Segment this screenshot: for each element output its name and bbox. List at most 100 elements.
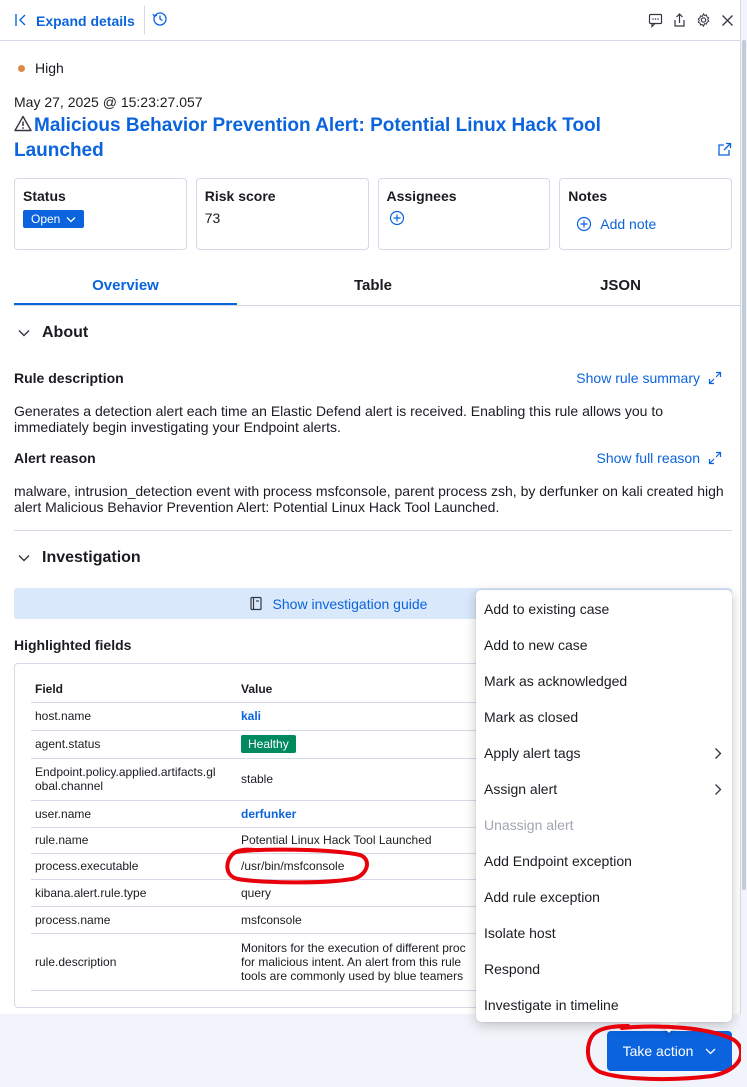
field-cell: user.name [31, 800, 237, 828]
field-text-line: Endpoint.policy.applied.artifacts.gl [35, 765, 216, 779]
investigation-heading: Investigation [42, 549, 141, 566]
menu-item-label: Add to existing case [484, 600, 610, 617]
status-dropdown[interactable]: Open [23, 210, 85, 228]
page-scrollbar[interactable] [741, 0, 747, 1087]
field-cell: process.name [31, 906, 237, 934]
notes-title: Notes [568, 188, 608, 204]
history-icon[interactable] [152, 11, 168, 32]
menu-item-unassign-alert: Unassign alert [476, 807, 732, 843]
agent-status-badge: Healthy [241, 735, 296, 753]
status-card: Status Open [14, 178, 187, 250]
summary-cards: Status Open Risk score 73 Assignees Note… [14, 178, 732, 250]
menu-item-label: Assign alert [484, 781, 558, 797]
assignees-card: Assignees [377, 178, 551, 250]
show-full-reason-label: Show full reason [596, 450, 700, 466]
menu-item-assign-alert[interactable]: Assign alert [476, 771, 732, 807]
menu-item-label: Add Endpoint exception [484, 853, 632, 869]
expand-details-label: Expand details [36, 13, 135, 29]
assignees-title: Assignees [386, 188, 457, 204]
plus-circle-icon [577, 216, 592, 232]
take-action-button[interactable]: Take action [607, 1031, 732, 1071]
take-action-label: Take action [622, 1043, 694, 1059]
menu-item-add-existing-case[interactable]: Add to existing case [476, 590, 732, 627]
field-cell: process.executable [31, 853, 237, 880]
show-rule-summary-label: Show rule summary [576, 370, 700, 386]
menu-item-isolate-host[interactable]: Isolate host [476, 915, 732, 951]
field-cell: Endpoint.policy.applied.artifacts.gl obal… [31, 758, 237, 801]
header-divider [144, 6, 145, 34]
expand-left-icon [14, 13, 28, 30]
menu-item-add-rule-exception[interactable]: Add rule exception [476, 879, 732, 915]
rule-description-label: Rule description [14, 370, 124, 386]
chevron-right-icon [715, 783, 722, 795]
status-card-title: Status [23, 188, 66, 204]
add-note-label: Add note [600, 216, 657, 232]
chevron-down-icon [18, 555, 30, 562]
field-cell: kibana.alert.rule.type [31, 879, 237, 907]
menu-item-label: Unassign alert [484, 817, 574, 833]
menu-item-label: Investigate in timeline [484, 997, 619, 1013]
about-section-toggle[interactable]: About [18, 324, 88, 342]
severity-label: High [35, 60, 64, 76]
menu-item-label: Add to new case [484, 637, 588, 653]
menu-item-add-endpoint-exception[interactable]: Add Endpoint exception [476, 843, 732, 879]
severity-dot-icon [18, 64, 25, 72]
menu-item-label: Apply alert tags [484, 745, 581, 761]
close-icon[interactable] [720, 11, 735, 29]
chevron-down-icon [705, 1048, 716, 1054]
warning-icon [14, 115, 32, 139]
severity-indicator: High [18, 60, 64, 76]
alert-timestamp: May 27, 2025 @ 15:23:27.057 [14, 94, 203, 110]
risk-score-value: 73 [204, 210, 221, 226]
scrollbar-thumb[interactable] [742, 40, 746, 890]
menu-item-label: Isolate host [484, 925, 556, 941]
tab-json[interactable]: JSON [509, 268, 732, 305]
notes-card: Notes Add note [559, 178, 732, 250]
field-cell: rule.description [31, 933, 237, 991]
menu-item-add-new-case[interactable]: Add to new case [476, 627, 732, 663]
gear-icon[interactable] [696, 11, 711, 29]
alert-reason-text: malware, intrusion_detection event with … [14, 483, 724, 515]
show-investigation-guide-label: Show investigation guide [272, 595, 428, 612]
alert-details-flyout: Expand details High May 27, 2025 @ 15:23… [0, 0, 744, 1087]
expand-arrows-icon [708, 451, 722, 465]
menu-item-respond[interactable]: Respond [476, 951, 732, 987]
column-header-field[interactable]: Field [31, 676, 237, 703]
menu-item-mark-acknowledged[interactable]: Mark as acknowledged [476, 663, 732, 699]
risk-score-title: Risk score [204, 188, 276, 204]
show-rule-summary-link[interactable]: Show rule summary [576, 370, 722, 386]
field-cell: agent.status [31, 730, 237, 759]
expand-arrows-icon [708, 371, 722, 385]
field-cell: rule.name [31, 827, 237, 854]
add-assignee-icon[interactable] [389, 210, 405, 231]
tab-table[interactable]: Table [237, 268, 509, 305]
menu-item-apply-alert-tags[interactable]: Apply alert tags [476, 735, 732, 771]
show-full-reason-link[interactable]: Show full reason [596, 450, 722, 466]
field-cell: host.name [31, 702, 237, 731]
take-action-menu: Add to existing case Add to new case Mar… [476, 590, 732, 1022]
section-divider [14, 530, 732, 531]
flyout-header-bar: Expand details [0, 0, 741, 41]
alert-reason-label: Alert reason [14, 450, 96, 466]
status-value: Open [31, 212, 61, 226]
investigation-section-toggle[interactable]: Investigation [18, 549, 141, 567]
chevron-right-icon [715, 747, 722, 759]
rule-description-text: Generates a detection alert each time an… [14, 403, 664, 435]
menu-item-investigate-timeline[interactable]: Investigate in timeline [476, 987, 732, 1023]
menu-item-label: Mark as acknowledged [484, 673, 628, 689]
add-note-button[interactable]: Add note [568, 216, 723, 232]
chat-icon[interactable] [648, 11, 663, 29]
tab-overview[interactable]: Overview [14, 268, 237, 305]
menu-item-label: Add rule exception [484, 889, 600, 905]
risk-score-card: Risk score 73 [195, 178, 369, 250]
menu-item-label: Respond [484, 961, 541, 977]
about-heading: About [42, 324, 89, 341]
share-icon[interactable] [672, 11, 687, 29]
expand-details-button[interactable]: Expand details [14, 10, 135, 32]
menu-item-mark-closed[interactable]: Mark as closed [476, 699, 732, 735]
flyout-tabs: Overview Table JSON [14, 268, 741, 306]
external-link-icon[interactable] [717, 142, 732, 162]
highlighted-fields-title: Highlighted fields [14, 637, 132, 653]
chevron-down-icon [66, 216, 76, 222]
alert-title-link[interactable]: Malicious Behavior Prevention Alert: Pot… [14, 114, 694, 163]
